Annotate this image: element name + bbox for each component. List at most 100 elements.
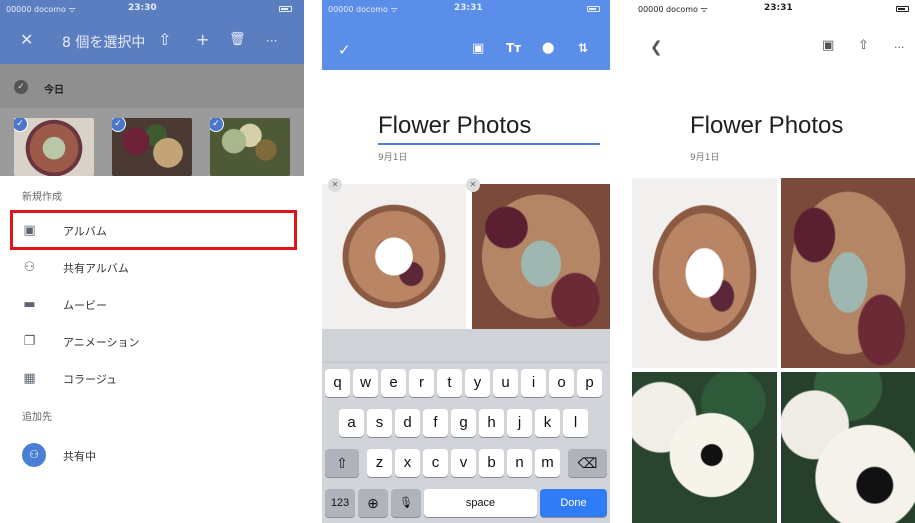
text-format-icon[interactable]: Tт bbox=[506, 41, 521, 55]
shared-album-icon: ⚇ bbox=[23, 260, 36, 275]
album-photo[interactable] bbox=[632, 178, 777, 368]
key-f[interactable]: f bbox=[423, 409, 448, 437]
key-l[interactable]: l bbox=[563, 409, 588, 437]
key-n[interactable]: n bbox=[507, 449, 532, 477]
key-r[interactable]: r bbox=[409, 369, 434, 397]
space-key[interactable]: space bbox=[424, 489, 537, 517]
create-section-label: 新規作成 bbox=[22, 192, 62, 203]
check-icon[interactable]: ✓ bbox=[14, 80, 28, 94]
shared-icon: ⚇ bbox=[22, 443, 46, 467]
key-y[interactable]: y bbox=[465, 369, 490, 397]
menu-item-movie[interactable]: ▬ ムービー bbox=[0, 286, 304, 323]
add-icon[interactable]: + bbox=[196, 30, 209, 49]
album-photo[interactable] bbox=[632, 372, 777, 523]
key-t[interactable]: t bbox=[437, 369, 462, 397]
keyboard-suggestion-bar bbox=[322, 329, 610, 363]
close-icon[interactable]: ✕ bbox=[20, 30, 33, 49]
key-h[interactable]: h bbox=[479, 409, 504, 437]
date-label: 今日 bbox=[44, 85, 64, 96]
keyboard: q w e r t y u i o p a s d f g h j k l ⇧ … bbox=[322, 329, 610, 523]
key-w[interactable]: w bbox=[353, 369, 378, 397]
globe-icon[interactable]: ⊕ bbox=[358, 489, 388, 517]
key-z[interactable]: z bbox=[367, 449, 392, 477]
menu-item-label: アニメーション bbox=[63, 336, 140, 349]
remove-photo-icon[interactable]: ✕ bbox=[328, 178, 342, 192]
album-photo[interactable] bbox=[781, 372, 915, 523]
battery-icon bbox=[587, 6, 600, 12]
status-time: 23:31 bbox=[764, 3, 793, 13]
status-time: 23:31 bbox=[454, 3, 483, 13]
share-icon[interactable]: ⇧ bbox=[158, 30, 171, 49]
check-icon[interactable]: ✓ bbox=[112, 118, 126, 132]
remove-photo-icon[interactable]: ✕ bbox=[466, 178, 480, 192]
add-to-section-label: 追加先 bbox=[22, 412, 52, 423]
key-q[interactable]: q bbox=[325, 369, 350, 397]
photo-thumbnail[interactable]: ✓ bbox=[112, 118, 192, 176]
album-title-input[interactable]: Flower Photos bbox=[378, 112, 531, 140]
menu-item-shared[interactable]: ⚇ 共有中 bbox=[0, 437, 304, 474]
create-menu-screen: 00000 docomo ᯤ 23:30 ✕ 8 個を選択中 ⇧ + 🗑 ···… bbox=[0, 0, 304, 523]
shift-key[interactable]: ⇧ bbox=[325, 449, 359, 477]
menu-item-label: 共有中 bbox=[63, 450, 96, 463]
album-date: 9月1日 bbox=[378, 153, 408, 163]
key-a[interactable]: a bbox=[339, 409, 364, 437]
back-icon[interactable]: ❮ bbox=[650, 38, 663, 56]
menu-item-label: 共有アルバム bbox=[63, 262, 129, 275]
key-p[interactable]: p bbox=[577, 369, 602, 397]
collage-icon: ▦ bbox=[23, 371, 36, 386]
add-photo-icon[interactable]: ▣ bbox=[472, 41, 484, 56]
check-icon[interactable]: ✓ bbox=[338, 41, 351, 59]
album-edit-screen: 00000 docomo ᯤ 23:31 ✓ ▣ Tт ⬤ ⇅ Flower P… bbox=[322, 0, 610, 523]
done-key[interactable]: Done bbox=[540, 489, 607, 517]
trash-icon[interactable]: 🗑 bbox=[229, 32, 246, 47]
selection-count: 8 個を選択中 bbox=[62, 35, 146, 51]
share-icon[interactable]: ⇧ bbox=[858, 38, 869, 53]
backspace-key[interactable]: ⌫ bbox=[568, 449, 607, 477]
add-photo-icon[interactable]: ▣ bbox=[822, 38, 834, 53]
more-icon[interactable]: ··· bbox=[894, 41, 905, 54]
menu-item-label: コラージュ bbox=[63, 373, 118, 386]
photo-thumbnail[interactable]: ✓ bbox=[210, 118, 290, 176]
carrier-label: 00000 docomo ᯤ bbox=[328, 5, 398, 14]
menu-item-label: ムービー bbox=[63, 299, 107, 312]
carrier-label: 00000 docomo ᯤ bbox=[638, 5, 708, 14]
key-j[interactable]: j bbox=[507, 409, 532, 437]
animation-icon: ❐ bbox=[23, 334, 36, 349]
album-photo[interactable] bbox=[781, 178, 915, 368]
album-photo[interactable] bbox=[322, 184, 466, 329]
menu-item-collage[interactable]: ▦ コラージュ bbox=[0, 360, 304, 397]
sort-icon[interactable]: ⇅ bbox=[578, 41, 588, 55]
key-k[interactable]: k bbox=[535, 409, 560, 437]
key-c[interactable]: c bbox=[423, 449, 448, 477]
key-o[interactable]: o bbox=[549, 369, 574, 397]
status-bar: 00000 docomo ᯤ 23:30 bbox=[0, 0, 304, 18]
key-v[interactable]: v bbox=[451, 449, 476, 477]
album-photo[interactable] bbox=[472, 184, 610, 329]
location-icon[interactable]: ⬤ bbox=[542, 41, 554, 54]
menu-item-animation[interactable]: ❐ アニメーション bbox=[0, 323, 304, 360]
status-bar: 00000 docomo ᯤ 23:31 bbox=[632, 0, 915, 18]
key-e[interactable]: e bbox=[381, 369, 406, 397]
highlight-annotation bbox=[10, 210, 297, 250]
check-icon[interactable]: ✓ bbox=[210, 118, 224, 132]
photo-thumbnail[interactable]: ✓ bbox=[14, 118, 94, 176]
numbers-key[interactable]: 123 bbox=[325, 489, 355, 517]
selection-toolbar: ✕ 8 個を選択中 ⇧ + 🗑 ··· bbox=[0, 18, 304, 64]
menu-item-shared-album[interactable]: ⚇ 共有アルバム bbox=[0, 249, 304, 286]
key-d[interactable]: d bbox=[395, 409, 420, 437]
date-group-header[interactable]: ✓ 今日 bbox=[0, 64, 304, 108]
key-i[interactable]: i bbox=[521, 369, 546, 397]
battery-icon bbox=[896, 6, 909, 12]
album-title: Flower Photos bbox=[690, 112, 844, 139]
microphone-icon[interactable]: 🎙 bbox=[391, 489, 421, 517]
album-date: 9月1日 bbox=[690, 153, 720, 163]
edit-toolbar: 00000 docomo ᯤ 23:31 ✓ ▣ Tт ⬤ ⇅ bbox=[322, 0, 610, 70]
key-x[interactable]: x bbox=[395, 449, 420, 477]
key-g[interactable]: g bbox=[451, 409, 476, 437]
key-b[interactable]: b bbox=[479, 449, 504, 477]
key-s[interactable]: s bbox=[367, 409, 392, 437]
key-u[interactable]: u bbox=[493, 369, 518, 397]
more-icon[interactable]: ··· bbox=[266, 34, 277, 48]
check-icon[interactable]: ✓ bbox=[14, 118, 28, 132]
key-m[interactable]: m bbox=[535, 449, 560, 477]
